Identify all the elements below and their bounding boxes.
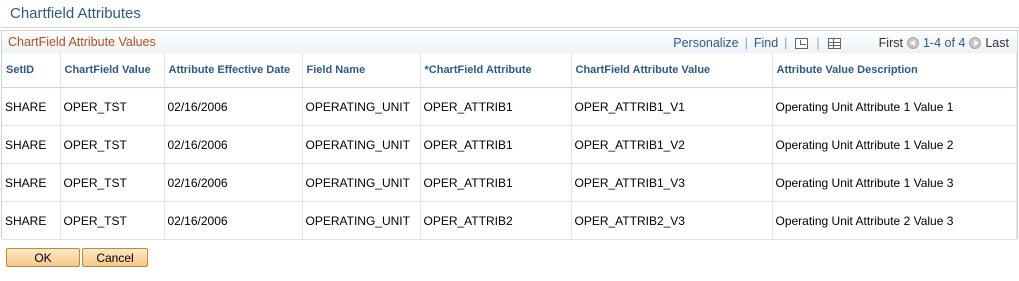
column-header-chartfield-value[interactable]: ChartField Value xyxy=(60,53,165,88)
column-header-chartfield-attribute[interactable]: *ChartField Attribute xyxy=(420,53,572,88)
column-header-effective-date[interactable]: Attribute Effective Date xyxy=(164,53,303,88)
row-range: 1-4 of 4 xyxy=(922,36,966,50)
table-row: SHARE OPER_TST 02/16/2006 OPERATING_UNIT… xyxy=(2,201,1017,240)
table-row: SHARE OPER_TST 02/16/2006 OPERATING_UNIT… xyxy=(2,125,1017,164)
chartfield-value-cell: OPER_TST xyxy=(60,87,165,126)
last-label: Last xyxy=(985,36,1009,50)
separator: | xyxy=(744,36,748,50)
grid-navigation: Personalize | Find | | First 1-4 of 4 La… xyxy=(673,35,1009,51)
first-label: First xyxy=(878,36,903,50)
effective-date-cell: 02/16/2006 xyxy=(164,201,303,240)
effective-date-cell: 02/16/2006 xyxy=(164,125,303,164)
value-description-cell: Operating Unit Attribute 1 Value 2 xyxy=(772,125,1017,164)
table-row: SHARE OPER_TST 02/16/2006 OPERATING_UNIT… xyxy=(2,163,1017,202)
separator: | xyxy=(816,36,820,50)
value-description-cell: Operating Unit Attribute 1 Value 3 xyxy=(772,163,1017,202)
field-name-cell: OPERATING_UNIT xyxy=(302,125,421,164)
separator: | xyxy=(784,36,788,50)
table-row: SHARE OPER_TST 02/16/2006 OPERATING_UNIT… xyxy=(2,87,1017,126)
grid-header: ChartField Attribute Values Personalize … xyxy=(2,31,1017,54)
chartfield-value-cell: OPER_TST xyxy=(60,201,165,240)
field-name-cell: OPERATING_UNIT xyxy=(302,163,421,202)
attribute-value-cell: OPER_ATTRIB1_V2 xyxy=(571,125,773,164)
setid-cell: SHARE xyxy=(2,125,61,164)
zoom-grid-icon[interactable] xyxy=(795,37,809,49)
next-arrow-icon[interactable] xyxy=(969,37,982,49)
field-name-cell: OPERATING_UNIT xyxy=(302,201,421,240)
chartfield-value-cell: OPER_TST xyxy=(60,125,165,164)
attribute-value-cell: OPER_ATTRIB1_V3 xyxy=(571,163,773,202)
effective-date-cell: 02/16/2006 xyxy=(164,163,303,202)
setid-cell: SHARE xyxy=(2,87,61,126)
attribute-values-table: SetID ChartField Value Attribute Effecti… xyxy=(2,53,1017,240)
page-title: Chartfield Attributes xyxy=(10,5,141,22)
chartfield-attribute-cell: OPER_ATTRIB2 xyxy=(420,201,572,240)
effective-date-cell: 02/16/2006 xyxy=(164,87,303,126)
value-description-cell: Operating Unit Attribute 1 Value 1 xyxy=(772,87,1017,126)
title-divider xyxy=(0,27,1019,28)
chartfield-value-cell: OPER_TST xyxy=(60,163,165,202)
field-name-cell: OPERATING_UNIT xyxy=(302,87,421,126)
attribute-value-cell: OPER_ATTRIB1_V1 xyxy=(571,87,773,126)
find-link[interactable]: Find xyxy=(754,36,778,50)
attribute-value-cell: OPER_ATTRIB2_V3 xyxy=(571,201,773,240)
column-header-attribute-value[interactable]: ChartField Attribute Value xyxy=(571,53,773,88)
cancel-button[interactable]: Cancel xyxy=(82,248,148,267)
personalize-link[interactable]: Personalize xyxy=(673,36,738,50)
previous-arrow-icon[interactable] xyxy=(906,37,919,49)
ok-button[interactable]: OK xyxy=(6,248,80,267)
column-header-field-name[interactable]: Field Name xyxy=(302,53,421,88)
download-grid-icon[interactable] xyxy=(827,37,841,49)
setid-cell: SHARE xyxy=(2,201,61,240)
grid-title: ChartField Attribute Values xyxy=(8,35,156,49)
setid-cell: SHARE xyxy=(2,163,61,202)
chartfield-attribute-cell: OPER_ATTRIB1 xyxy=(420,125,572,164)
chartfield-attribute-cell: OPER_ATTRIB1 xyxy=(420,87,572,126)
value-description-cell: Operating Unit Attribute 2 Value 3 xyxy=(772,201,1017,240)
column-header-value-description[interactable]: Attribute Value Description xyxy=(772,53,1017,88)
table-header-row: SetID ChartField Value Attribute Effecti… xyxy=(2,53,1017,88)
attribute-values-grid: ChartField Attribute Values Personalize … xyxy=(1,30,1018,240)
column-header-setid[interactable]: SetID xyxy=(2,53,61,88)
chartfield-attribute-cell: OPER_ATTRIB1 xyxy=(420,163,572,202)
